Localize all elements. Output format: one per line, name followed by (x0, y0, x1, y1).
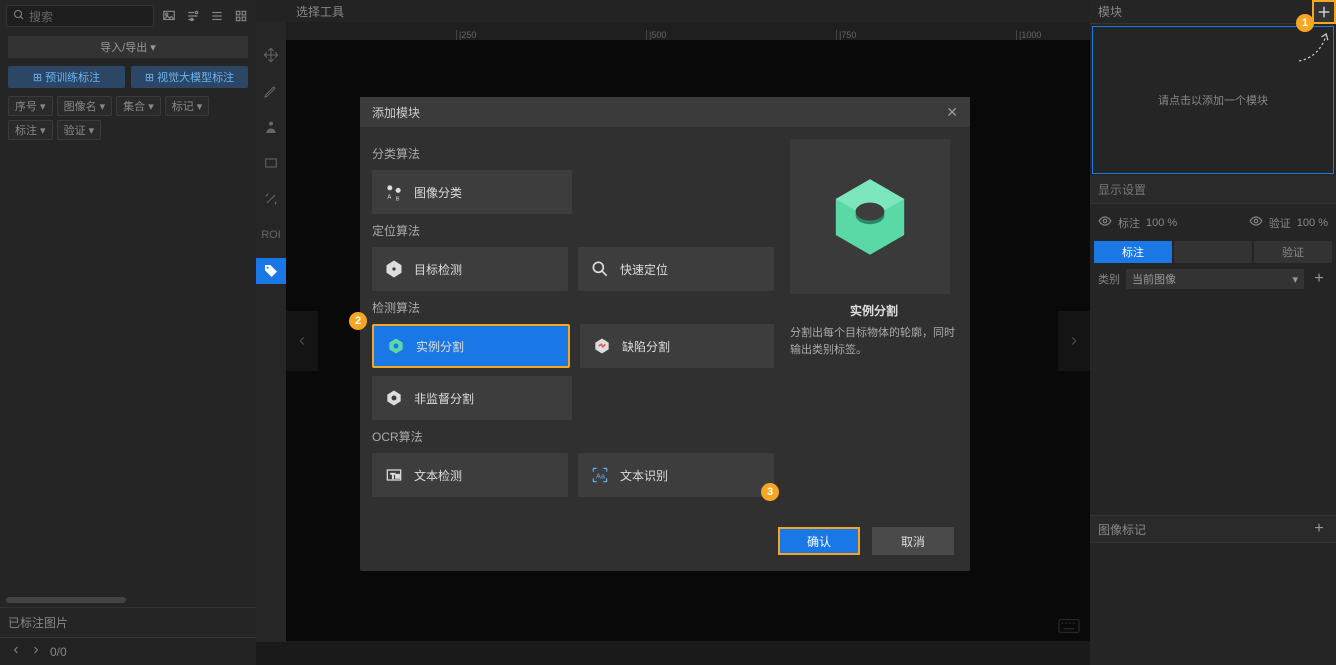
right-panel: 模块 请点击以添加一个模块 显示设置 标注100 % 验证100 % 标注 验证… (1090, 0, 1336, 665)
tool-roi[interactable]: ROI (258, 222, 284, 248)
prev-page-icon[interactable] (10, 644, 22, 659)
next-page-icon[interactable] (30, 644, 42, 659)
add-module-button[interactable] (1312, 0, 1336, 24)
class-label: 类别 (1098, 271, 1120, 287)
tab-verify[interactable]: 验证 (1254, 241, 1332, 263)
text-rec-icon: Aa (590, 465, 610, 485)
tool-wand[interactable] (258, 186, 284, 212)
card-image-classify[interactable]: AB 图像分类 (372, 170, 572, 214)
tool-rect[interactable] (258, 150, 284, 176)
search-placeholder: 搜索 (29, 8, 53, 25)
svg-text:Aa: Aa (596, 471, 606, 480)
card-instance-seg[interactable]: 实例分割 (372, 324, 570, 368)
section-classify: 分类算法 (372, 145, 774, 162)
modal-title: 添加模块 (372, 104, 420, 121)
preview-desc: 分割出每个目标物体的轮廓，同时输出类别标签。 (790, 325, 958, 358)
list-icon[interactable] (208, 7, 226, 25)
tool-person[interactable] (258, 114, 284, 140)
eye-icon (1098, 214, 1112, 231)
scrollbar-horizontal[interactable] (6, 597, 126, 603)
ruler-horizontal: |250 |500 |750 |1000 (286, 22, 1090, 40)
card-target-detect[interactable]: 目标检测 (372, 247, 568, 291)
tool-move[interactable] (258, 42, 284, 68)
left-footer: 0/0 (0, 637, 256, 665)
card-text-detect[interactable]: T■ 文本检测 (372, 453, 568, 497)
import-export-button[interactable]: 导入/导出 ▾ (8, 36, 248, 58)
section-ocr: OCR算法 (372, 428, 774, 445)
image-label-header: 图像标记 + (1090, 515, 1336, 543)
display-row: 标注100 % 验证100 % (1090, 204, 1336, 241)
class-select[interactable]: 当前图像▾ (1126, 269, 1304, 289)
modal-title-bar: 添加模块 ✕ (360, 97, 970, 127)
filter-verify[interactable]: 验证 ▾ (57, 120, 102, 140)
filter-seq[interactable]: 序号 ▾ (8, 96, 53, 116)
card-unsupervised-seg[interactable]: 非监督分割 (372, 376, 572, 420)
left-panel: 搜索 导入/导出 ▾ ⊞ 预训练标注 ⊞ 视觉大模型标注 序号 ▾ 图像名 ▾ … (0, 0, 256, 665)
add-module-modal: 添加模块 ✕ 分类算法 AB 图像分类 定位算法 目标检测 快速定位 (360, 97, 970, 571)
filter-set[interactable]: 集合 ▾ (116, 96, 161, 116)
marker-3: 3 (761, 483, 779, 501)
hint-arrow-icon (1291, 29, 1331, 69)
target-detect-icon (384, 259, 404, 279)
search-icon (13, 9, 25, 24)
svg-text:A: A (387, 195, 391, 201)
add-image-label-button[interactable]: + (1310, 520, 1328, 538)
class-row: 类别 当前图像▾ + (1090, 263, 1336, 295)
ruler-mark: |1000 (1016, 30, 1041, 40)
preview-title: 实例分割 (790, 302, 958, 319)
ruler-mark: |750 (836, 30, 856, 40)
eye-icon (1249, 214, 1263, 231)
text-detect-icon: T■ (384, 465, 404, 485)
algorithm-column: 分类算法 AB 图像分类 定位算法 目标检测 快速定位 检测算法 (372, 139, 774, 505)
grid-icon[interactable] (232, 7, 250, 25)
image-icon[interactable] (160, 7, 178, 25)
tool-strip: ROI (256, 22, 286, 642)
filter-tag[interactable]: 标记 ▾ (165, 96, 210, 116)
add-class-button[interactable]: + (1310, 270, 1328, 288)
card-text-rec[interactable]: Aa 文本识别 (578, 453, 774, 497)
tab-label[interactable]: 标注 (1094, 241, 1172, 263)
largemodel-annotate-button[interactable]: ⊞ 视觉大模型标注 (131, 66, 248, 88)
display-settings-title: 显示设置 (1090, 176, 1336, 204)
card-fast-locate[interactable]: 快速定位 (578, 247, 774, 291)
settings-icon[interactable] (184, 7, 202, 25)
filter-imgname[interactable]: 图像名 ▾ (57, 96, 113, 116)
unsup-seg-icon (384, 388, 404, 408)
marker-1: 1 (1296, 14, 1314, 32)
tool-pen[interactable] (258, 78, 284, 104)
classify-icon: AB (384, 182, 404, 202)
tool-tag[interactable] (256, 258, 286, 284)
selected-images-title: 已标注图片 (0, 607, 256, 637)
display-label[interactable]: 标注100 % (1098, 214, 1177, 231)
defect-seg-icon (592, 336, 612, 356)
card-defect-seg[interactable]: 缺陷分割 (580, 324, 774, 368)
search-input[interactable]: 搜索 (6, 5, 154, 27)
display-verify[interactable]: 验证100 % (1249, 214, 1328, 231)
confirm-button[interactable]: 确认 (778, 527, 860, 555)
pretrain-annotate-button[interactable]: ⊞ 预训练标注 (8, 66, 125, 88)
module-drop-zone[interactable]: 请点击以添加一个模块 (1092, 26, 1334, 174)
filter-row: 序号 ▾ 图像名 ▾ 集合 ▾ 标记 ▾ 标注 ▾ 验证 ▾ (0, 92, 256, 144)
ruler-mark: |500 (646, 30, 666, 40)
instance-seg-icon (386, 336, 406, 356)
cancel-button[interactable]: 取消 (872, 527, 954, 555)
preview-box (790, 139, 950, 294)
ruler-mark: |250 (456, 30, 476, 40)
page-count: 0/0 (50, 645, 67, 659)
section-detect: 检测算法 (372, 299, 774, 316)
section-locate: 定位算法 (372, 222, 774, 239)
modal-close-button[interactable]: ✕ (946, 104, 958, 121)
hexagon-icon (825, 172, 915, 262)
svg-text:B: B (396, 196, 400, 202)
filter-label[interactable]: 标注 ▾ (8, 120, 53, 140)
preview-column: 实例分割 分割出每个目标物体的轮廓，同时输出类别标签。 (790, 139, 958, 505)
marker-2: 2 (349, 312, 367, 330)
main-header: 选择工具 (256, 0, 1090, 22)
svg-text:T■: T■ (391, 471, 401, 480)
fast-locate-icon (590, 259, 610, 279)
tab-row: 标注 验证 (1090, 241, 1336, 263)
tab-draw[interactable] (1174, 241, 1252, 263)
